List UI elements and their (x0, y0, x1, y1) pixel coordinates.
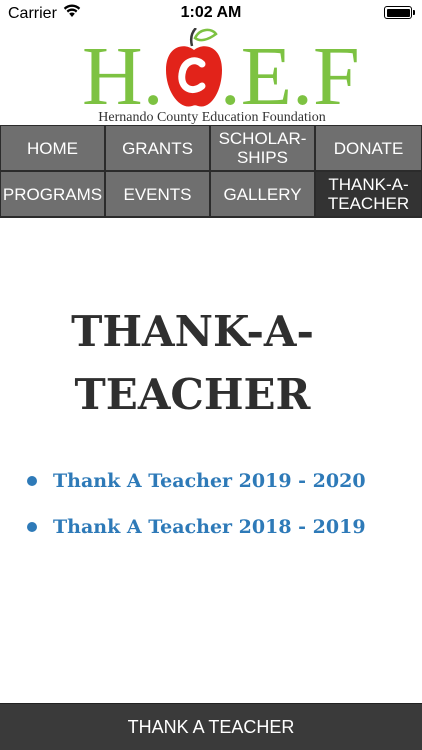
link-thank-a-teacher-2018-2019[interactable]: Thank A Teacher 2018 - 2019 (53, 516, 366, 538)
status-bar: Carrier 1:02 AM (0, 0, 422, 28)
logo-letter-h: H (82, 30, 143, 123)
hcef-logo[interactable]: H.C.E.F Hernando County Education Founda… (82, 27, 360, 126)
status-time: 1:02 AM (180, 4, 242, 21)
nav-item-events[interactable]: EVENTS (105, 171, 210, 217)
thank-a-teacher-list: Thank A Teacher 2019 - 2020 Thank A Teac… (27, 458, 366, 550)
nav-item-programs[interactable]: PROGRAMS (0, 171, 105, 217)
bullet-icon (27, 476, 37, 486)
logo-dot: . (142, 30, 164, 123)
link-thank-a-teacher-2019-2020[interactable]: Thank A Teacher 2019 - 2020 (53, 470, 366, 492)
apple-icon (162, 27, 226, 117)
main-navigation: HOME GRANTS SCHOLAR- SHIPS DONATE PROGRA… (0, 125, 422, 218)
nav-item-scholarships[interactable]: SCHOLAR- SHIPS (210, 125, 315, 171)
nav-item-donate[interactable]: DONATE (315, 125, 422, 171)
bottom-tab-bar[interactable]: THANK A TEACHER (0, 703, 422, 750)
nav-item-gallery[interactable]: GALLERY (210, 171, 315, 217)
list-item: Thank A Teacher 2018 - 2019 (27, 504, 366, 550)
page-title: THANK-A- TEACHER (71, 307, 314, 420)
bullet-icon (27, 522, 37, 532)
logo-dot: . (292, 30, 314, 123)
logo-subtitle: Hernando County Education Foundation (98, 110, 326, 125)
logo-letter-e: E (240, 30, 293, 123)
nav-item-grants[interactable]: GRANTS (105, 125, 210, 171)
logo-letter-f: F (313, 30, 360, 123)
app-screen: Carrier 1:02 AM H.C.E.F Hernando C (0, 0, 422, 750)
battery-icon (384, 6, 415, 19)
nav-item-thank-a-teacher[interactable]: THANK-A- TEACHER (315, 171, 422, 217)
list-item: Thank A Teacher 2019 - 2020 (27, 458, 366, 504)
bottom-bar-label: THANK A TEACHER (127, 716, 295, 737)
nav-item-home[interactable]: HOME (0, 125, 105, 171)
